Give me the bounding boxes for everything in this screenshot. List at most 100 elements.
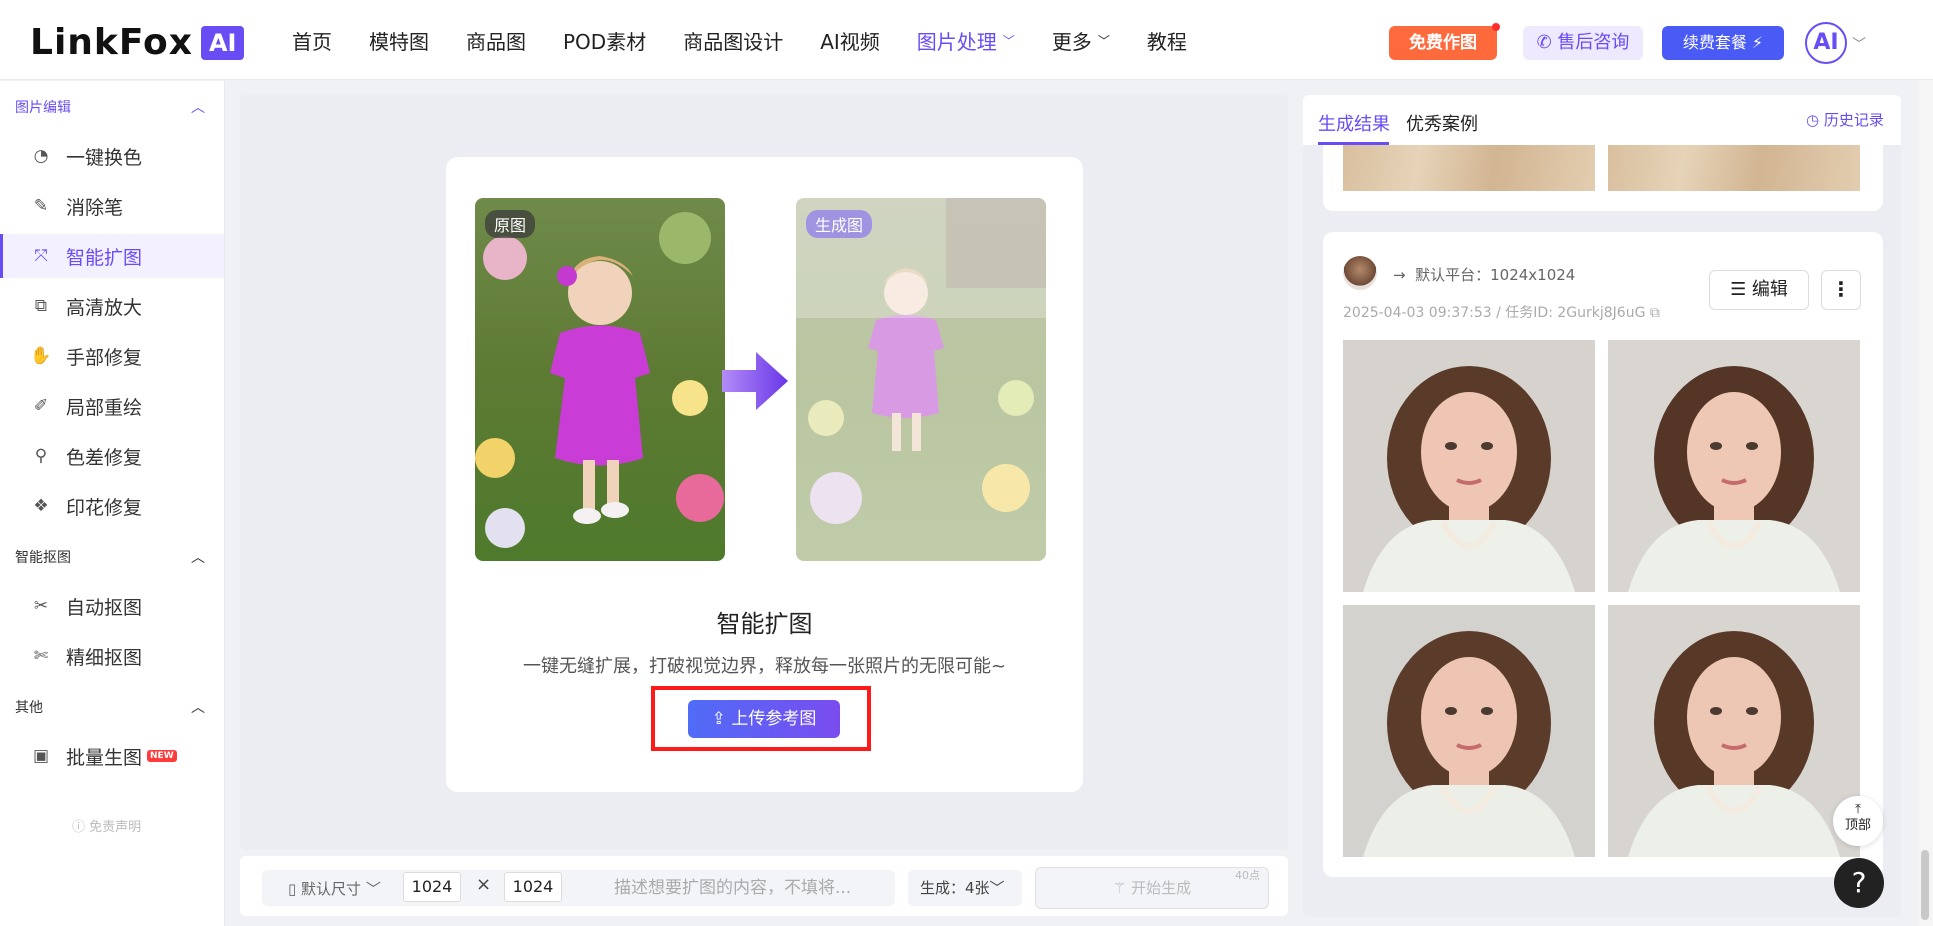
sidebar-item-label: 精细抠图 [66, 646, 143, 669]
sidebar-item-label: 手部修复 [66, 346, 143, 369]
main-nav: 首页 模特图 商品图 POD素材 商品图设计 AI视频 图片处理 ﹀ 更多 ﹀ 教程 [292, 0, 1224, 80]
result-meta-text: 2025-04-03 09:37:53 / 任务ID: 2Gurkj8J6uG [1343, 305, 1646, 321]
back-to-top-label: 顶部 [1844, 818, 1871, 833]
tag-generated: 生成图 [806, 210, 873, 238]
lightning-icon: ⚡ [1746, 33, 1764, 52]
free-create-label: 免费作图 [1409, 33, 1477, 53]
result-image[interactable] [1343, 605, 1595, 857]
help-button[interactable]: ? [1834, 858, 1884, 908]
sidebar-section-image-edit[interactable]: 图片编辑 ︿ [15, 97, 205, 117]
renew-plan-button[interactable]: 续费套餐 ⚡ [1662, 26, 1784, 60]
upscale-icon: ⧉ [34, 296, 48, 316]
sidebar-item-auto-cutout[interactable]: ✂ 自动抠图 [0, 584, 224, 628]
sidebar-item-batch[interactable]: ▣ 批量生图 NEW [0, 734, 224, 778]
section-title: 其他 [15, 700, 43, 716]
upload-reference-button[interactable]: ⇪ 上传参考图 [688, 700, 840, 738]
chevron-up-icon: ︿ [191, 100, 205, 116]
previous-result-thumb[interactable] [1343, 145, 1595, 191]
result-image[interactable] [1608, 605, 1860, 857]
sidebar-item-upscale[interactable]: ⧉ 高清放大 [0, 284, 224, 328]
free-create-button[interactable]: 免费作图 [1389, 23, 1500, 60]
sidebar-section-cutout[interactable]: 智能抠图 ︿ [15, 547, 205, 567]
sidebar-item-label: 色差修复 [66, 446, 143, 469]
original-image: 原图 [475, 198, 725, 561]
sidebar-item-print-fix[interactable]: ❖ 印花修复 [0, 484, 224, 528]
prompt-input[interactable]: 描述想要扩图的内容，不填将... [590, 870, 895, 906]
nav-product-image[interactable]: 商品图 [466, 26, 526, 55]
nav-image-processing[interactable]: 图片处理 ﹀ [917, 26, 1015, 55]
result-source-avatar [1343, 256, 1377, 290]
height-input[interactable]: 1024 [504, 872, 562, 902]
edit-button[interactable]: ☰ 编辑 [1709, 270, 1809, 310]
sidebar-section-other[interactable]: 其他 ︿ [15, 697, 205, 717]
chevron-down-icon[interactable]: ﹀ [1852, 34, 1866, 54]
clock-icon: ◷ [1806, 111, 1824, 129]
section-title: 图片编辑 [15, 100, 71, 116]
tab-examples[interactable]: 优秀案例 [1406, 110, 1478, 136]
generate-count-dropdown[interactable]: 生成：4张﹀ [908, 870, 1022, 906]
logo[interactable]: LinkFox AI [30, 22, 245, 63]
start-generate-button[interactable]: ⚚ 开始生成 40点 [1035, 867, 1269, 909]
user-avatar[interactable]: AI [1805, 22, 1847, 64]
dropper-icon: ⚲ [34, 446, 48, 466]
width-input[interactable]: 1024 [403, 872, 461, 902]
sidebar-item-inpaint[interactable]: ✐ 局部重绘 [0, 384, 224, 428]
disclaimer-link[interactable]: ⓘ 免责声明 [72, 816, 141, 835]
result-platform: → 默认平台：1024x1024 [1393, 264, 1575, 285]
tag-original: 原图 [485, 210, 536, 238]
back-to-top-button[interactable]: ⤒ 顶部 [1833, 796, 1883, 846]
nav-tutorial[interactable]: 教程 [1147, 26, 1187, 55]
nav-ai-video[interactable]: AI视频 [820, 26, 880, 55]
expand-icon: ⤧ [34, 246, 48, 266]
sidebar-item-label: 一键换色 [66, 146, 143, 169]
sidebar-item-smart-expand[interactable]: ⤧ 智能扩图 [0, 234, 224, 278]
after-sales-button[interactable]: ✆ 售后咨询 [1523, 26, 1643, 60]
more-options-button[interactable]: ⋮ [1821, 270, 1861, 310]
brush-icon: ✐ [33, 396, 49, 416]
result-image[interactable] [1343, 340, 1595, 592]
upload-reference-label: 上传参考图 [731, 709, 817, 729]
size-preset-dropdown[interactable]: ▯ 默认尺寸 ﹀ [288, 878, 381, 899]
chevron-down-icon: ﹀ [989, 879, 1005, 897]
result-image[interactable] [1608, 340, 1860, 592]
times-sign: × [476, 874, 492, 895]
fine-cutout-icon: ✄ [33, 646, 49, 666]
notification-dot [1492, 23, 1500, 31]
sidebar-item-color-fix[interactable]: ⚲ 色差修复 [0, 434, 224, 478]
sidebar-item-recolor[interactable]: ◔ 一键换色 [0, 134, 224, 178]
sidebar-item-label: 批量生图 [66, 746, 143, 769]
platform-label: 默认平台：1024x1024 [1415, 266, 1576, 284]
renew-plan-label: 续费套餐 [1682, 33, 1747, 52]
top-navbar: LinkFox AI 首页 模特图 商品图 POD素材 商品图设计 AI视频 图… [0, 0, 1933, 80]
sidebar-item-label: 智能扩图 [66, 246, 143, 269]
size-preset-label: 默认尺寸 [301, 880, 362, 898]
feature-title: 智能扩图 [716, 610, 813, 638]
disclaimer-label: 免责声明 [89, 820, 142, 835]
cost-badge: 40点 [1235, 869, 1260, 882]
nav-pod[interactable]: POD素材 [563, 26, 646, 55]
previous-result-thumb[interactable] [1608, 145, 1860, 191]
auto-cutout-icon: ✂ [33, 596, 49, 616]
after-sales-label: 售后咨询 [1557, 32, 1630, 53]
tab-results[interactable]: 生成结果 [1318, 110, 1390, 136]
nav-product-design[interactable]: 商品图设计 [683, 26, 783, 55]
nav-more-label: 更多 [1051, 29, 1092, 54]
info-icon: ⓘ [72, 820, 90, 835]
page-scrollbar[interactable] [1918, 80, 1933, 926]
sparkle-icon: ❖ [33, 496, 49, 516]
nav-home[interactable]: 首页 [292, 26, 332, 55]
sidebar-item-fine-cutout[interactable]: ✄ 精细抠图 [0, 634, 224, 678]
history-link[interactable]: ◷ 历史记录 [1806, 109, 1884, 130]
scrollbar-thumb[interactable] [1921, 850, 1929, 920]
logo-text: LinkFox [30, 22, 193, 63]
nav-more[interactable]: 更多 ﹀ [1052, 26, 1110, 55]
logo-ai-badge: AI [200, 25, 245, 60]
copy-icon[interactable]: ⧉ [1645, 305, 1660, 321]
nav-model-image[interactable]: 模特图 [369, 26, 429, 55]
phone-icon: ✆ [1536, 32, 1558, 53]
arrow-right-icon: → [1393, 266, 1411, 284]
sidebar-item-eraser[interactable]: ✎ 消除笔 [0, 184, 224, 228]
feature-description: 一键无缝扩展，打破视觉边界，释放每一张照片的无限可能~ [522, 656, 1007, 677]
new-badge: NEW [147, 750, 177, 762]
sidebar-item-hand-repair[interactable]: ✋ 手部修复 [0, 334, 224, 378]
